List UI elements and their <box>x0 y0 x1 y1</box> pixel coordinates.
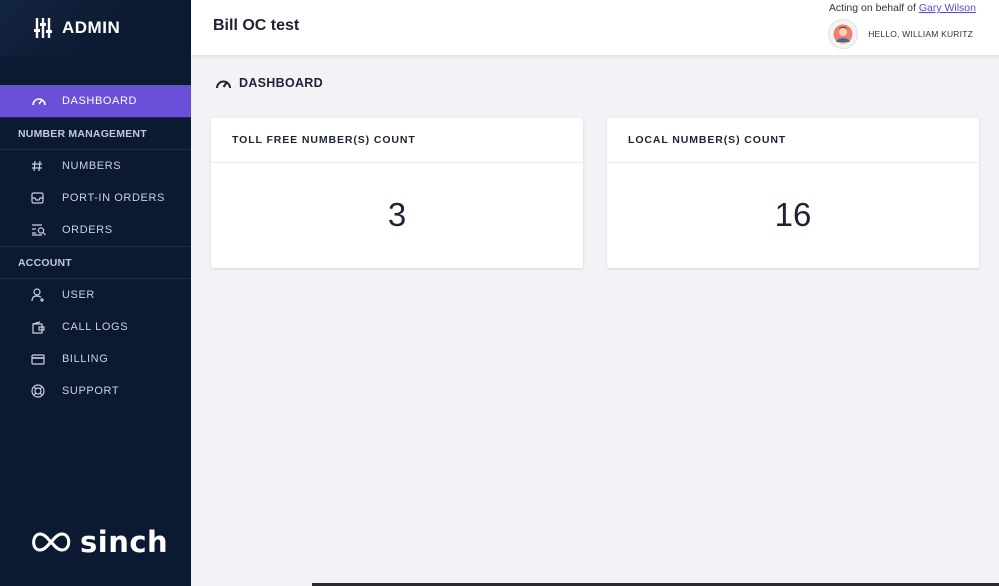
gauge-icon <box>216 80 231 89</box>
sliders-icon <box>34 18 52 38</box>
acting-on-behalf: Acting on behalf of Gary Wilson <box>829 2 976 14</box>
section-number-management: NUMBER MANAGEMENT <box>0 117 191 150</box>
brand[interactable]: ADMIN <box>0 0 191 56</box>
section-account: ACCOUNT <box>0 246 191 279</box>
acting-user-link[interactable]: Gary Wilson <box>919 2 976 14</box>
sidebar-item-label: USER <box>62 289 95 301</box>
card-value: 16 <box>774 196 812 233</box>
sidebar-item-billing[interactable]: BILLING <box>0 343 191 375</box>
gauge-icon <box>0 95 62 107</box>
sidebar-item-label: SUPPORT <box>62 385 120 397</box>
inbox-icon <box>0 192 62 204</box>
sidebar-item-user[interactable]: USER <box>0 279 191 311</box>
hash-icon <box>0 160 62 172</box>
sidebar-item-dashboard[interactable]: DASHBOARD <box>0 85 191 117</box>
sidebar-item-numbers[interactable]: NUMBERS <box>0 150 191 182</box>
sinch-infinity-icon <box>32 532 71 552</box>
credit-card-icon <box>0 353 62 365</box>
sidebar-nav: DASHBOARD NUMBER MANAGEMENT NUMBERS PORT… <box>0 85 191 407</box>
sidebar-item-label: NUMBERS <box>62 160 122 172</box>
sidebar-item-label: DASHBOARD <box>62 95 138 107</box>
top-header: Bill OC test Acting on behalf of Gary Wi… <box>191 0 999 56</box>
dashboard-heading: DASHBOARD <box>215 76 323 90</box>
local-count-card: LOCAL NUMBER(S) COUNT 16 <box>607 118 979 268</box>
user-menu[interactable]: HELLO, WILLIAM KURITZ <box>828 19 973 49</box>
dashboard-heading-label: DASHBOARD <box>239 76 323 90</box>
sidebar-item-label: PORT-IN ORDERS <box>62 192 165 204</box>
lifebuoy-icon <box>0 384 62 398</box>
sidebar-item-orders[interactable]: ORDERS <box>0 214 191 246</box>
avatar[interactable] <box>828 19 859 49</box>
sidebar: ADMIN DASHBOARD NUMBER MANAGEMENT NUMBER… <box>0 0 191 586</box>
card-value: 3 <box>387 196 407 233</box>
user-add-icon <box>0 288 62 302</box>
user-greeting: HELLO, WILLIAM KURITZ <box>868 29 973 39</box>
card-title: TOLL FREE NUMBER(S) COUNT <box>211 118 583 163</box>
card-title: LOCAL NUMBER(S) COUNT <box>607 118 979 163</box>
sinch-logo: sinch <box>28 525 168 559</box>
user-avatar-icon <box>833 24 853 44</box>
sidebar-item-port-in-orders[interactable]: PORT-IN ORDERS <box>0 182 191 214</box>
wallet-icon <box>0 320 62 334</box>
sidebar-item-label: BILLING <box>62 353 109 365</box>
sidebar-item-label: ORDERS <box>62 224 113 236</box>
list-search-icon <box>0 224 62 236</box>
page-title: Bill OC test <box>213 17 300 34</box>
sinch-wordmark: sinch <box>80 525 169 559</box>
sidebar-item-support[interactable]: SUPPORT <box>0 375 191 407</box>
acting-prefix: Acting on behalf of <box>828 2 916 14</box>
sidebar-item-label: CALL LOGS <box>62 321 129 333</box>
toll-free-count-card: TOLL FREE NUMBER(S) COUNT 3 <box>211 118 583 268</box>
brand-title: ADMIN <box>62 18 121 37</box>
sidebar-item-call-logs[interactable]: CALL LOGS <box>0 311 191 343</box>
